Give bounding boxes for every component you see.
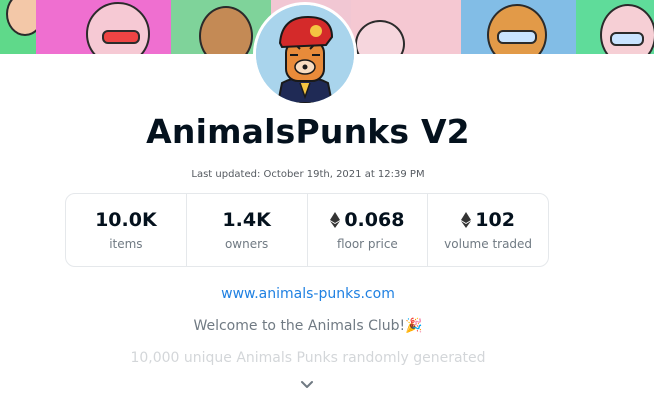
stats-panel: 10.0K items 1.4K owners 0.068 floor pric… <box>65 193 549 267</box>
banner-tile <box>576 0 654 54</box>
banner-tile <box>0 0 36 54</box>
stat-value: 102 <box>461 209 515 231</box>
stat-owners[interactable]: 1.4K owners <box>187 194 308 266</box>
last-updated-text: Last updated: October 19th, 2021 at 12:3… <box>191 169 425 180</box>
tiger-avatar-image <box>256 5 354 103</box>
collection-title: AnimalsPunks V2 <box>146 112 470 151</box>
collection-avatar <box>253 2 357 106</box>
banner-tile <box>351 0 461 54</box>
stat-label: owners <box>224 237 269 251</box>
stat-label: volume traded <box>444 237 533 251</box>
stat-floor-price[interactable]: 0.068 floor price <box>308 194 429 266</box>
stat-items[interactable]: 10.0K items <box>66 194 187 266</box>
ethereum-icon <box>330 212 341 228</box>
stat-value: 0.068 <box>330 209 404 231</box>
ethereum-icon <box>461 212 472 228</box>
description-line-2: 10,000 unique Animals Punks randomly gen… <box>130 350 486 366</box>
stat-label: floor price <box>336 237 398 251</box>
banner-tile <box>36 0 171 54</box>
website-link[interactable]: www.animals-punks.com <box>0 286 616 302</box>
chevron-down-icon[interactable] <box>299 378 315 392</box>
description-line-1: Welcome to the Animals Club!🎉 <box>193 318 423 334</box>
stat-label: items <box>109 237 143 251</box>
banner-tile <box>461 0 576 54</box>
stat-value: 1.4K <box>222 209 271 231</box>
stat-volume-traded[interactable]: 102 volume traded <box>428 194 548 266</box>
stat-value: 10.0K <box>95 209 157 231</box>
